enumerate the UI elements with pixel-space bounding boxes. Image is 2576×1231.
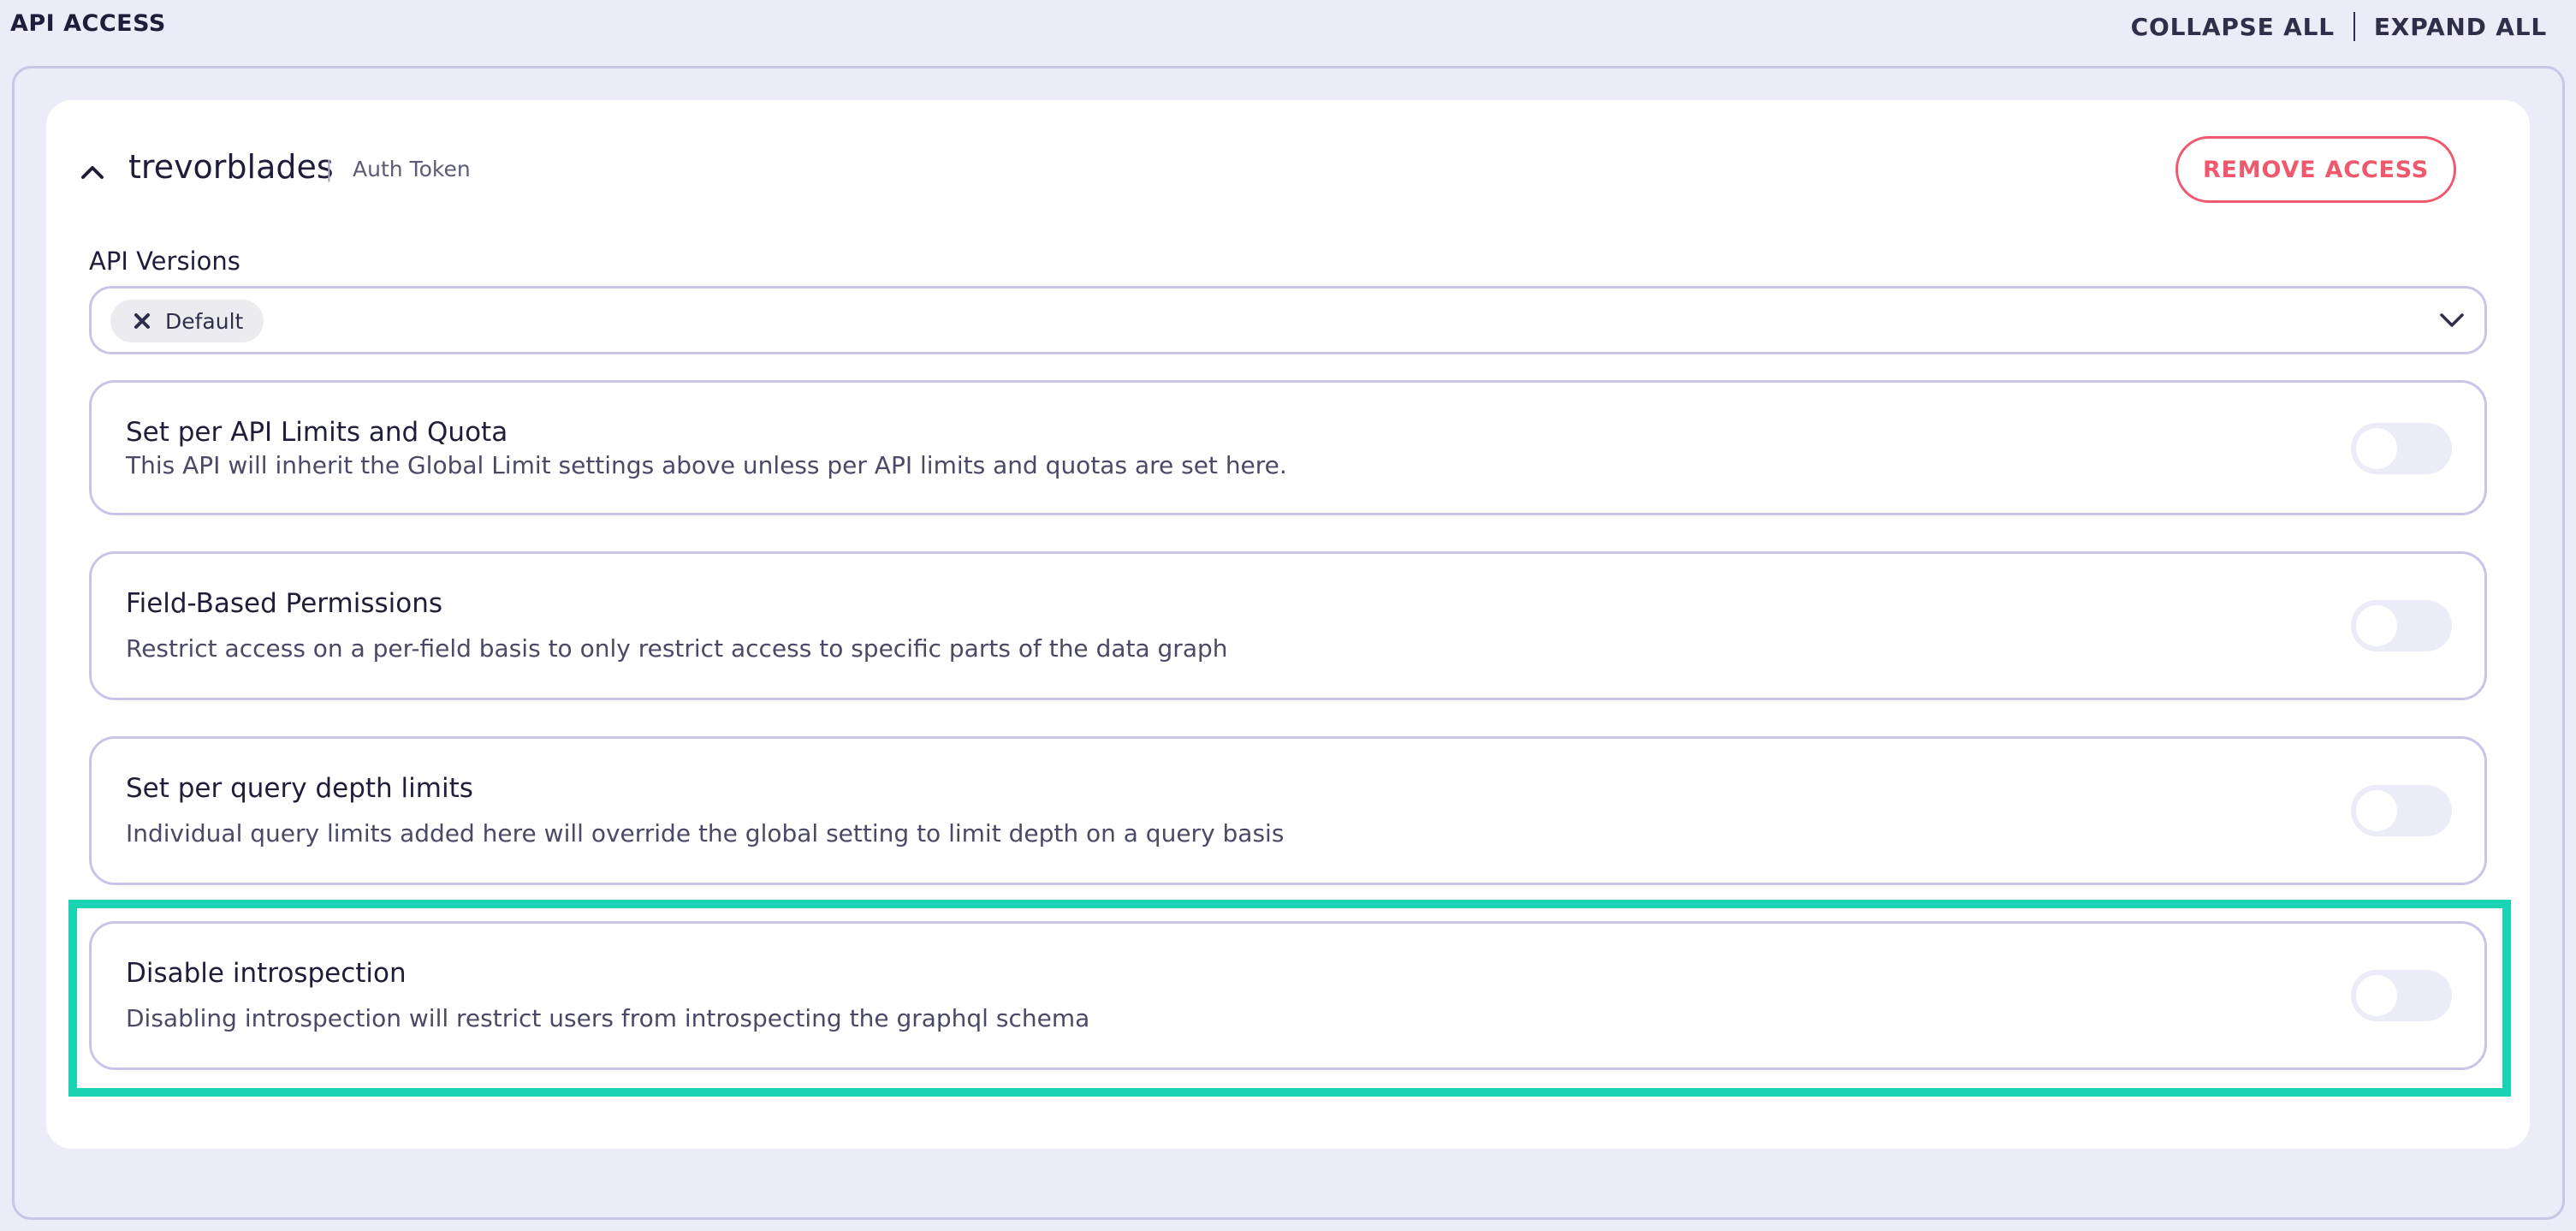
toggle-field-permissions[interactable] bbox=[2351, 600, 2452, 651]
toggle-query-depth[interactable] bbox=[2351, 785, 2452, 836]
toggle-knob bbox=[2356, 975, 2397, 1016]
auth-type-label: Auth Token bbox=[353, 157, 471, 181]
toggle-knob bbox=[2356, 428, 2397, 469]
option-card-field-permissions: Field-Based Permissions Restrict access … bbox=[89, 551, 2487, 700]
version-chip-label: Default bbox=[165, 308, 244, 334]
top-actions: COLLAPSE ALL EXPAND ALL bbox=[2131, 12, 2547, 41]
access-name: trevorblades bbox=[128, 148, 334, 186]
close-icon[interactable] bbox=[133, 312, 151, 330]
version-chip: Default bbox=[110, 300, 264, 342]
option-title: Disable introspection bbox=[126, 958, 407, 989]
toggle-knob bbox=[2356, 605, 2397, 646]
option-card-limits-quota: Set per API Limits and Quota This API wi… bbox=[89, 380, 2487, 515]
chevron-up-icon bbox=[81, 166, 104, 179]
collapse-toggle[interactable] bbox=[77, 157, 108, 187]
access-card: trevorblades | Auth Token REMOVE ACCESS … bbox=[46, 100, 2530, 1149]
collapse-all-button[interactable]: COLLAPSE ALL bbox=[2131, 13, 2335, 41]
option-title: Set per API Limits and Quota bbox=[126, 417, 508, 448]
name-separator: | bbox=[325, 157, 333, 182]
option-description: Individual query limits added here will … bbox=[126, 819, 1285, 847]
section-title: API ACCESS bbox=[10, 10, 166, 37]
option-title: Field-Based Permissions bbox=[126, 588, 443, 619]
top-bar: API ACCESS COLLAPSE ALL EXPAND ALL bbox=[0, 0, 2576, 51]
actions-divider bbox=[2353, 12, 2355, 41]
expand-all-button[interactable]: EXPAND ALL bbox=[2374, 13, 2547, 41]
option-description: This API will inherit the Global Limit s… bbox=[126, 451, 1287, 479]
remove-access-button[interactable]: REMOVE ACCESS bbox=[2175, 136, 2456, 203]
toggle-limits-quota[interactable] bbox=[2351, 423, 2452, 474]
access-card-header: trevorblades | Auth Token REMOVE ACCESS bbox=[46, 100, 2530, 237]
api-versions-label: API Versions bbox=[89, 247, 240, 276]
chevron-down-icon[interactable] bbox=[2438, 311, 2466, 330]
toggle-disable-introspection[interactable] bbox=[2351, 970, 2452, 1021]
option-description: Disabling introspection will restrict us… bbox=[126, 1004, 1090, 1032]
toggle-knob bbox=[2356, 790, 2397, 831]
option-card-disable-introspection: Disable introspection Disabling introspe… bbox=[89, 921, 2487, 1070]
option-card-query-depth: Set per query depth limits Individual qu… bbox=[89, 736, 2487, 885]
option-description: Restrict access on a per-field basis to … bbox=[126, 634, 1228, 663]
api-versions-select[interactable]: Default bbox=[89, 286, 2487, 354]
option-title: Set per query depth limits bbox=[126, 773, 473, 804]
